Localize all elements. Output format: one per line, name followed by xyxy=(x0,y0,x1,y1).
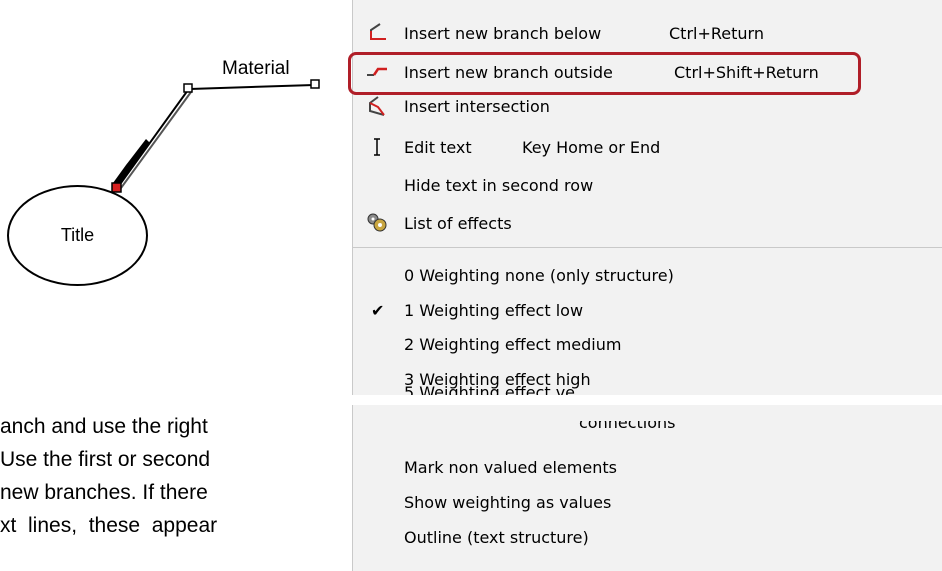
mind-map-diagram: Title Material xyxy=(0,0,350,330)
menu-item-weighting-1[interactable]: ✔ 1 Weighting effect low xyxy=(353,293,942,327)
branch-end-handle[interactable] xyxy=(310,79,320,89)
menu-item-connections[interactable]: connections xyxy=(353,421,942,436)
paragraph-line: xt lines, these appear xyxy=(0,514,218,537)
text-cursor-icon xyxy=(365,136,389,158)
menu-item-insert-branch-below[interactable]: Insert new branch below Ctrl+Return xyxy=(353,16,942,50)
highlight-box xyxy=(348,52,861,95)
title-node-label: Title xyxy=(60,225,95,245)
paragraph-line: new branches. If there xyxy=(0,481,208,504)
menu-item-list-of-effects[interactable]: List of effects xyxy=(353,206,942,240)
menu-item-outline[interactable]: Outline (text structure) xyxy=(353,520,942,554)
menu-item-weighting-5[interactable]: 5 Weighting effect ve xyxy=(353,386,942,395)
instruction-paragraph: anch and use the right Use the first or … xyxy=(0,410,400,542)
menu-item-weighting-0[interactable]: 0 Weighting none (only structure) xyxy=(353,258,942,292)
material-branch-label[interactable]: Material xyxy=(222,58,290,80)
menu-item-show-weighting[interactable]: Show weighting as values xyxy=(353,485,942,519)
context-menu-lower: connections Mark non valued elements Sho… xyxy=(352,405,942,571)
paragraph-line: anch and use the right xyxy=(0,415,208,438)
menu-item-weighting-2[interactable]: 2 Weighting effect medium xyxy=(353,327,942,361)
menu-item-edit-text[interactable]: Edit text Key Home or End xyxy=(353,130,942,164)
menu-item-hide-text[interactable]: Hide text in second row xyxy=(353,168,942,202)
title-node[interactable]: Title xyxy=(7,185,148,286)
node-anchor-handle[interactable] xyxy=(111,182,122,193)
checkmark-icon: ✔ xyxy=(371,301,385,320)
menu-separator xyxy=(353,247,942,248)
branch-handle[interactable] xyxy=(183,83,193,93)
branch-below-icon xyxy=(365,22,389,44)
paragraph-line: Use the first or second xyxy=(0,448,211,471)
effects-gear-icon xyxy=(365,212,389,234)
menu-item-mark-non-valued[interactable]: Mark non valued elements xyxy=(353,450,942,484)
intersection-icon xyxy=(365,95,389,117)
